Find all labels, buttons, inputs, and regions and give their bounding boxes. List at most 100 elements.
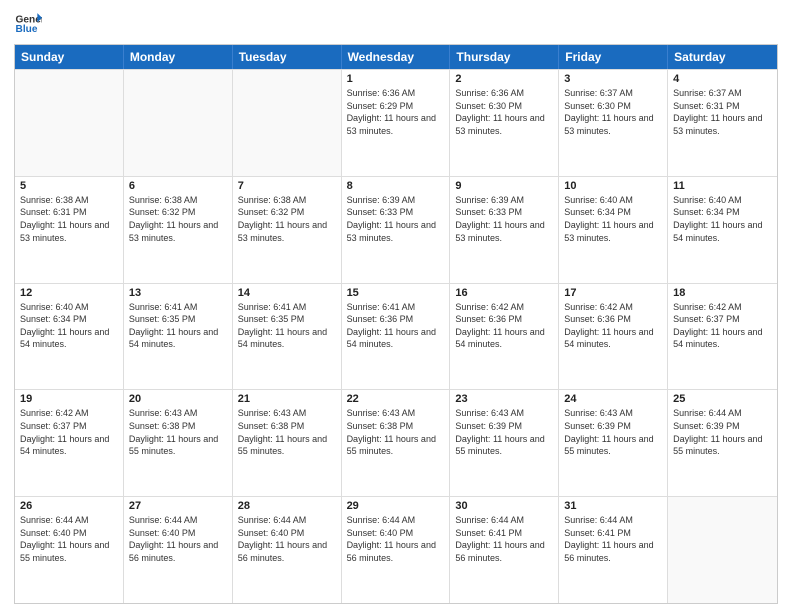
cal-cell: 13Sunrise: 6:41 AM Sunset: 6:35 PM Dayli…: [124, 284, 233, 390]
cal-cell: 23Sunrise: 6:43 AM Sunset: 6:39 PM Dayli…: [450, 390, 559, 496]
day-number: 30: [455, 500, 553, 512]
cell-info: Sunrise: 6:41 AM Sunset: 6:36 PM Dayligh…: [347, 301, 445, 351]
logo: General Blue: [14, 10, 46, 38]
cal-cell: 17 Sunrise: 6:42 AM Sunset: 6:36 PM Dayli…: [559, 284, 668, 390]
cell-info: Sunrise: 6:44 AM Sunset: 6:40 PM Dayligh…: [129, 514, 227, 564]
cell-info: Sunrise: 6:44 AM Sunset: 6:41 PM Dayligh…: [564, 514, 662, 564]
cal-header-tuesday: Tuesday: [233, 45, 342, 69]
logo-icon: General Blue: [14, 10, 42, 38]
cell-info: Sunrise: 6:36 AM Sunset: 6:29 PM Dayligh…: [347, 87, 445, 137]
cal-cell: 30 Sunrise: 6:44 AM Sunset: 6:41 PM Dayli…: [450, 497, 559, 603]
cal-cell: 29Sunrise: 6:44 AM Sunset: 6:40 PM Dayli…: [342, 497, 451, 603]
cell-info: Sunrise: 6:40 AM Sunset: 6:34 PM Dayligh…: [20, 301, 118, 351]
calendar: SundayMondayTuesdayWednesdayThursdayFrid…: [14, 44, 778, 604]
cell-info: Sunrise: 6:42 AM Sunset: 6:37 PM Dayligh…: [673, 301, 772, 351]
header: General Blue: [14, 10, 778, 38]
day-number: 4: [673, 73, 772, 85]
cal-header-saturday: Saturday: [668, 45, 777, 69]
cal-header-wednesday: Wednesday: [342, 45, 451, 69]
cal-cell: 14 Sunrise: 6:41 AM Sunset: 6:35 PM Dayli…: [233, 284, 342, 390]
day-number: 11: [673, 180, 772, 192]
cal-week-2: 5 Sunrise: 6:38 AM Sunset: 6:31 PM Daylig…: [15, 176, 777, 283]
cal-cell: [233, 70, 342, 176]
cal-cell: 31 Sunrise: 6:44 AM Sunset: 6:41 PM Dayli…: [559, 497, 668, 603]
cal-cell: 11 Sunrise: 6:40 AM Sunset: 6:34 PM Dayli…: [668, 177, 777, 283]
cell-info: Sunrise: 6:37 AM Sunset: 6:31 PM Dayligh…: [673, 87, 772, 137]
cell-info: Sunrise: 6:42 AM Sunset: 6:37 PM Dayligh…: [20, 407, 118, 457]
cell-info: Sunrise: 6:38 AM Sunset: 6:31 PM Dayligh…: [20, 194, 118, 244]
day-number: 10: [564, 180, 662, 192]
cal-week-5: 26 Sunrise: 6:44 AM Sunset: 6:40 PM Dayli…: [15, 496, 777, 603]
cal-week-3: 12 Sunrise: 6:40 AM Sunset: 6:34 PM Dayli…: [15, 283, 777, 390]
cell-info: Sunrise: 6:43 AM Sunset: 6:38 PM Dayligh…: [129, 407, 227, 457]
cell-info: Sunrise: 6:44 AM Sunset: 6:40 PM Dayligh…: [347, 514, 445, 564]
day-number: 1: [347, 73, 445, 85]
cal-cell: 10 Sunrise: 6:40 AM Sunset: 6:34 PM Dayli…: [559, 177, 668, 283]
cal-cell: 8 Sunrise: 6:39 AM Sunset: 6:33 PM Daylig…: [342, 177, 451, 283]
day-number: 6: [129, 180, 227, 192]
svg-text:Blue: Blue: [16, 24, 38, 35]
cell-info: Sunrise: 6:43 AM Sunset: 6:39 PM Dayligh…: [564, 407, 662, 457]
cal-cell: 27Sunrise: 6:44 AM Sunset: 6:40 PM Dayli…: [124, 497, 233, 603]
day-number: 15: [347, 287, 445, 299]
cell-info: Sunrise: 6:36 AM Sunset: 6:30 PM Dayligh…: [455, 87, 553, 137]
cell-info: Sunrise: 6:44 AM Sunset: 6:41 PM Dayligh…: [455, 514, 553, 564]
day-number: 28: [238, 500, 336, 512]
cell-info: Sunrise: 6:40 AM Sunset: 6:34 PM Dayligh…: [673, 194, 772, 244]
calendar-header: SundayMondayTuesdayWednesdayThursdayFrid…: [15, 45, 777, 69]
cell-info: Sunrise: 6:43 AM Sunset: 6:39 PM Dayligh…: [455, 407, 553, 457]
cal-header-monday: Monday: [124, 45, 233, 69]
cal-cell: 1 Sunrise: 6:36 AM Sunset: 6:29 PM Daylig…: [342, 70, 451, 176]
cal-cell: 5 Sunrise: 6:38 AM Sunset: 6:31 PM Daylig…: [15, 177, 124, 283]
day-number: 21: [238, 393, 336, 405]
cal-cell: 19 Sunrise: 6:42 AM Sunset: 6:37 PM Dayli…: [15, 390, 124, 496]
cal-cell: 21Sunrise: 6:43 AM Sunset: 6:38 PM Dayli…: [233, 390, 342, 496]
cell-info: Sunrise: 6:44 AM Sunset: 6:40 PM Dayligh…: [20, 514, 118, 564]
cell-info: Sunrise: 6:40 AM Sunset: 6:34 PM Dayligh…: [564, 194, 662, 244]
day-number: 20: [129, 393, 227, 405]
cell-info: Sunrise: 6:42 AM Sunset: 6:36 PM Dayligh…: [455, 301, 553, 351]
cal-cell: 12 Sunrise: 6:40 AM Sunset: 6:34 PM Dayli…: [15, 284, 124, 390]
cal-cell: 16 Sunrise: 6:42 AM Sunset: 6:36 PM Dayli…: [450, 284, 559, 390]
day-number: 18: [673, 287, 772, 299]
cal-week-4: 19 Sunrise: 6:42 AM Sunset: 6:37 PM Dayli…: [15, 389, 777, 496]
cal-header-thursday: Thursday: [450, 45, 559, 69]
cal-cell: 3 Sunrise: 6:37 AM Sunset: 6:30 PM Daylig…: [559, 70, 668, 176]
day-number: 22: [347, 393, 445, 405]
day-number: 14: [238, 287, 336, 299]
calendar-body: 1 Sunrise: 6:36 AM Sunset: 6:29 PM Daylig…: [15, 69, 777, 603]
cal-week-1: 1 Sunrise: 6:36 AM Sunset: 6:29 PM Daylig…: [15, 69, 777, 176]
cell-info: Sunrise: 6:38 AM Sunset: 6:32 PM Dayligh…: [238, 194, 336, 244]
day-number: 17: [564, 287, 662, 299]
cal-cell: 9Sunrise: 6:39 AM Sunset: 6:33 PM Daylig…: [450, 177, 559, 283]
cal-header-friday: Friday: [559, 45, 668, 69]
day-number: 12: [20, 287, 118, 299]
day-number: 9: [455, 180, 553, 192]
cal-cell: [668, 497, 777, 603]
cell-info: Sunrise: 6:41 AM Sunset: 6:35 PM Dayligh…: [129, 301, 227, 351]
day-number: 19: [20, 393, 118, 405]
day-number: 3: [564, 73, 662, 85]
page-container: General Blue SundayMondayTuesdayWednesda…: [0, 0, 792, 612]
day-number: 7: [238, 180, 336, 192]
cal-cell: 6Sunrise: 6:38 AM Sunset: 6:32 PM Daylig…: [124, 177, 233, 283]
cal-cell: 22Sunrise: 6:43 AM Sunset: 6:38 PM Dayli…: [342, 390, 451, 496]
cal-cell: 2 Sunrise: 6:36 AM Sunset: 6:30 PM Daylig…: [450, 70, 559, 176]
day-number: 16: [455, 287, 553, 299]
cal-cell: [15, 70, 124, 176]
cal-cell: 7 Sunrise: 6:38 AM Sunset: 6:32 PM Daylig…: [233, 177, 342, 283]
day-number: 8: [347, 180, 445, 192]
day-number: 5: [20, 180, 118, 192]
day-number: 2: [455, 73, 553, 85]
cal-header-sunday: Sunday: [15, 45, 124, 69]
day-number: 25: [673, 393, 772, 405]
day-number: 24: [564, 393, 662, 405]
cell-info: Sunrise: 6:41 AM Sunset: 6:35 PM Dayligh…: [238, 301, 336, 351]
cal-cell: 28 Sunrise: 6:44 AM Sunset: 6:40 PM Dayli…: [233, 497, 342, 603]
day-number: 31: [564, 500, 662, 512]
cell-info: Sunrise: 6:39 AM Sunset: 6:33 PM Dayligh…: [347, 194, 445, 244]
cell-info: Sunrise: 6:37 AM Sunset: 6:30 PM Dayligh…: [564, 87, 662, 137]
cell-info: Sunrise: 6:42 AM Sunset: 6:36 PM Dayligh…: [564, 301, 662, 351]
cell-info: Sunrise: 6:44 AM Sunset: 6:40 PM Dayligh…: [238, 514, 336, 564]
day-number: 26: [20, 500, 118, 512]
